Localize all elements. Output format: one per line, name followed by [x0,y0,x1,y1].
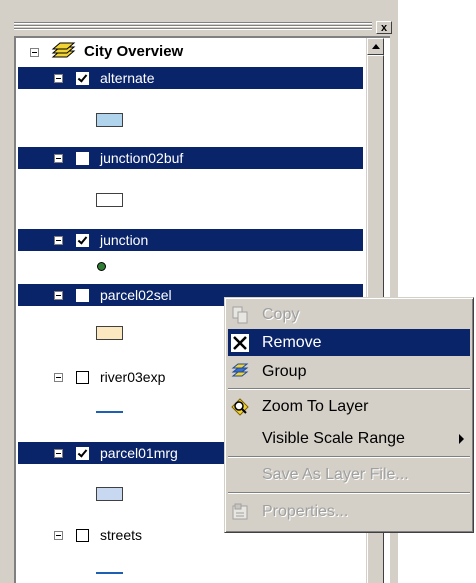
layer-visibility-checkbox[interactable] [76,152,89,165]
polygon-symbol [96,487,123,501]
point-symbol [97,262,106,271]
layer-visibility-checkbox[interactable] [76,371,89,384]
layer-collapse-toggle[interactable] [54,291,63,300]
menu-item-properties[interactable]: Properties... [228,498,470,525]
group-icon [231,363,249,377]
selection-bar [18,67,363,89]
copy-icon [232,306,248,324]
line-symbol [96,572,123,574]
layer-name-river03exp[interactable]: river03exp [96,366,169,388]
menu-item-visible-scale-range[interactable]: Visible Scale Range [228,425,470,452]
scroll-up-button[interactable] [367,38,384,55]
menu-item-remove[interactable]: Remove [228,329,470,356]
layer-name-junction02buf[interactable]: junction02buf [96,147,188,169]
layer-visibility-checkbox[interactable] [76,447,89,460]
layer-collapse-toggle[interactable] [54,449,63,458]
layer-collapse-toggle[interactable] [54,154,63,163]
line-symbol [96,411,123,413]
menu-item-label: Visible Scale Range [262,430,405,447]
group-collapse-toggle[interactable] [30,48,39,57]
menu-item-label: Group [262,363,307,380]
submenu-arrow-icon [459,434,464,444]
layer-collapse-toggle[interactable] [54,74,63,83]
layers-group-icon [51,42,76,58]
menu-separator [228,388,470,390]
menu-item-label: Zoom To Layer [262,398,369,415]
properties-icon [232,503,248,520]
menu-separator [228,456,470,458]
context-menu: Copy Remove Group Zoom To Layer Visible … [224,297,474,533]
selection-bar [18,147,363,169]
group-title[interactable]: City Overview [84,41,183,63]
remove-icon [231,334,249,352]
layer-name-parcel02sel[interactable]: parcel02sel [96,284,176,306]
polygon-symbol [96,326,123,340]
selection-bar [18,229,363,251]
panel-grip[interactable] [14,22,372,30]
layer-name-parcel01mrg[interactable]: parcel01mrg [96,442,182,464]
menu-item-copy[interactable]: Copy [228,301,470,328]
menu-item-group[interactable]: Group [228,358,470,385]
menu-item-label: Properties... [262,503,349,520]
layer-name-junction-point[interactable]: junction point [96,229,153,270]
menu-item-zoom-to-layer[interactable]: Zoom To Layer [228,393,470,420]
polygon-symbol [96,193,123,207]
menu-item-label: Save As Layer File... [262,466,409,483]
layer-collapse-toggle[interactable] [54,373,63,382]
menu-item-label: Copy [262,306,300,323]
layer-name-alternate-site[interactable]: alternate site [96,67,159,108]
menu-separator [228,492,470,494]
layer-collapse-toggle[interactable] [54,531,63,540]
polygon-symbol [96,113,123,127]
layer-collapse-toggle[interactable] [54,236,63,245]
layer-visibility-checkbox[interactable] [76,72,89,85]
close-button[interactable]: x [376,21,392,34]
menu-item-label: Remove [262,334,322,351]
layer-name-streets[interactable]: streets [96,524,146,546]
layer-visibility-checkbox[interactable] [76,529,89,542]
menu-item-save-as-layer-file[interactable]: Save As Layer File... [228,461,470,488]
zoom-to-layer-icon [231,398,249,416]
layer-visibility-checkbox[interactable] [76,234,89,247]
layer-visibility-checkbox[interactable] [76,289,89,302]
